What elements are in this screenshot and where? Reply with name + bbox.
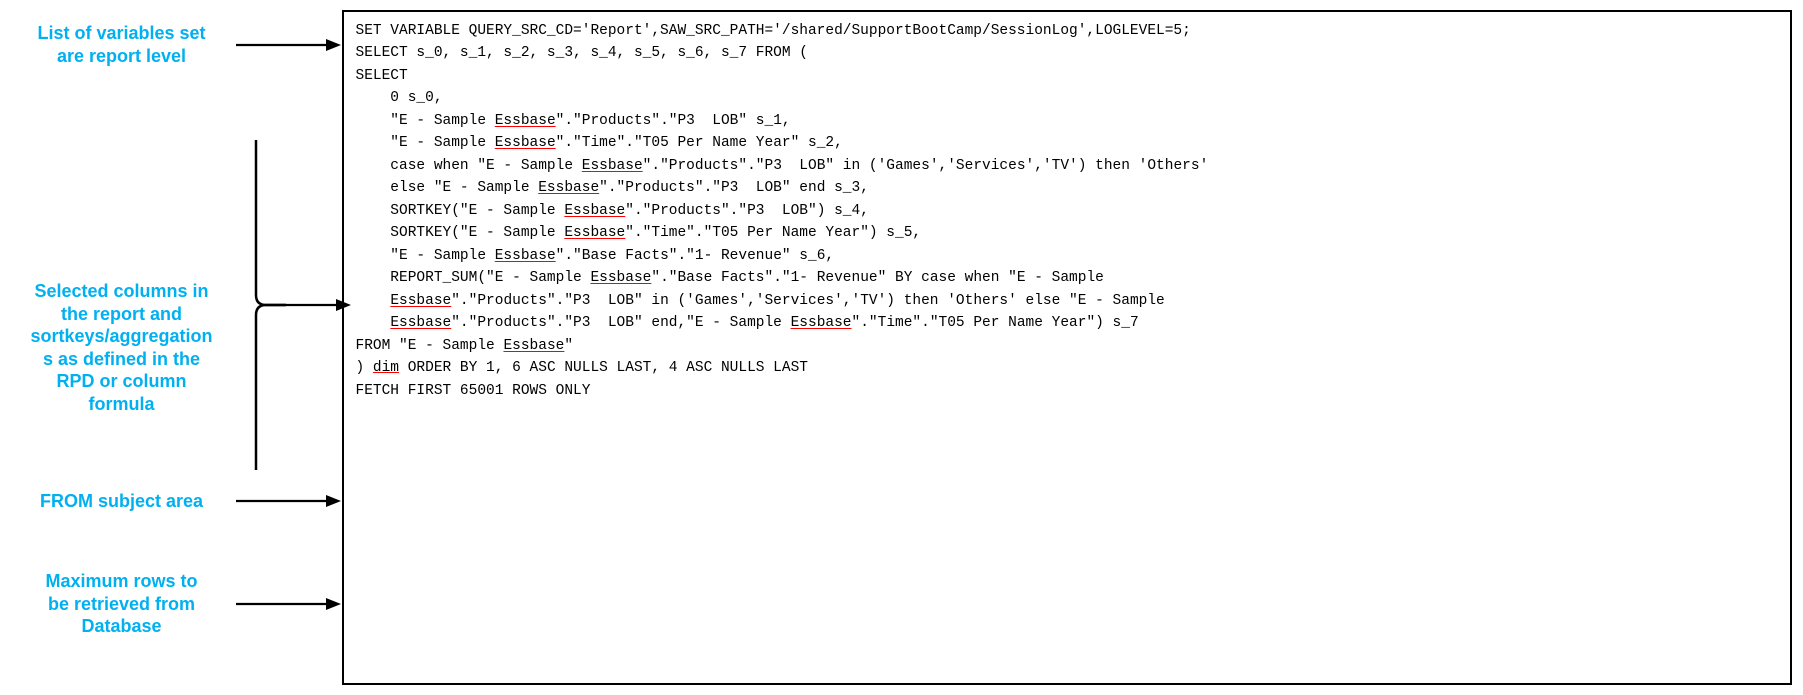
code-line-1: SET VARIABLE QUERY_SRC_CD='Report',SAW_S… xyxy=(356,20,1778,42)
code-panel: SET VARIABLE QUERY_SRC_CD='Report',SAW_S… xyxy=(342,10,1792,685)
arrow-from xyxy=(236,491,341,511)
annotation-variables-text: List of variables set are report level xyxy=(12,22,232,67)
code-line-5: "E - Sample Essbase"."Products"."P3 LOB"… xyxy=(356,110,1778,132)
code-line-16: ) dim ORDER BY 1, 6 ASC NULLS LAST, 4 AS… xyxy=(356,357,1778,379)
code-line-11: "E - Sample Essbase"."Base Facts"."1- Re… xyxy=(356,245,1778,267)
annotations-panel: List of variables set are report level S… xyxy=(12,10,342,685)
code-line-4: 0 s_0, xyxy=(356,87,1778,109)
code-line-12: REPORT_SUM("E - Sample Essbase"."Base Fa… xyxy=(356,267,1778,289)
main-container: List of variables set are report level S… xyxy=(12,10,1792,685)
annotation-variables: List of variables set are report level xyxy=(12,22,341,67)
code-line-10: SORTKEY("E - Sample Essbase"."Time"."T05… xyxy=(356,222,1778,244)
code-line-8: else "E - Sample Essbase"."Products"."P3… xyxy=(356,177,1778,199)
code-line-3: SELECT xyxy=(356,65,1778,87)
code-line-14: Essbase"."Products"."P3 LOB" end,"E - Sa… xyxy=(356,312,1778,334)
annotation-from-text: FROM subject area xyxy=(12,490,232,513)
code-line-2: SELECT s_0, s_1, s_2, s_3, s_4, s_5, s_6… xyxy=(356,42,1778,64)
code-line-17: FETCH FIRST 65001 ROWS ONLY xyxy=(356,380,1778,402)
annotation-from: FROM subject area xyxy=(12,490,341,513)
arrow-variables xyxy=(236,35,341,55)
code-line-6: "E - Sample Essbase"."Time"."T05 Per Nam… xyxy=(356,132,1778,154)
annotation-maxrows: Maximum rows to be retrieved from Databa… xyxy=(12,570,341,638)
brace-columns xyxy=(236,140,351,475)
annotation-columns: Selected columns in the report and sortk… xyxy=(12,140,351,475)
code-line-13: Essbase"."Products"."P3 LOB" in ('Games'… xyxy=(356,290,1778,312)
annotation-columns-text: Selected columns in the report and sortk… xyxy=(12,200,232,415)
code-line-9: SORTKEY("E - Sample Essbase"."Products".… xyxy=(356,200,1778,222)
code-line-15: FROM "E - Sample Essbase" xyxy=(356,335,1778,357)
annotation-maxrows-text: Maximum rows to be retrieved from Databa… xyxy=(12,570,232,638)
arrow-maxrows xyxy=(236,594,341,614)
code-line-7: case when "E - Sample Essbase"."Products… xyxy=(356,155,1778,177)
